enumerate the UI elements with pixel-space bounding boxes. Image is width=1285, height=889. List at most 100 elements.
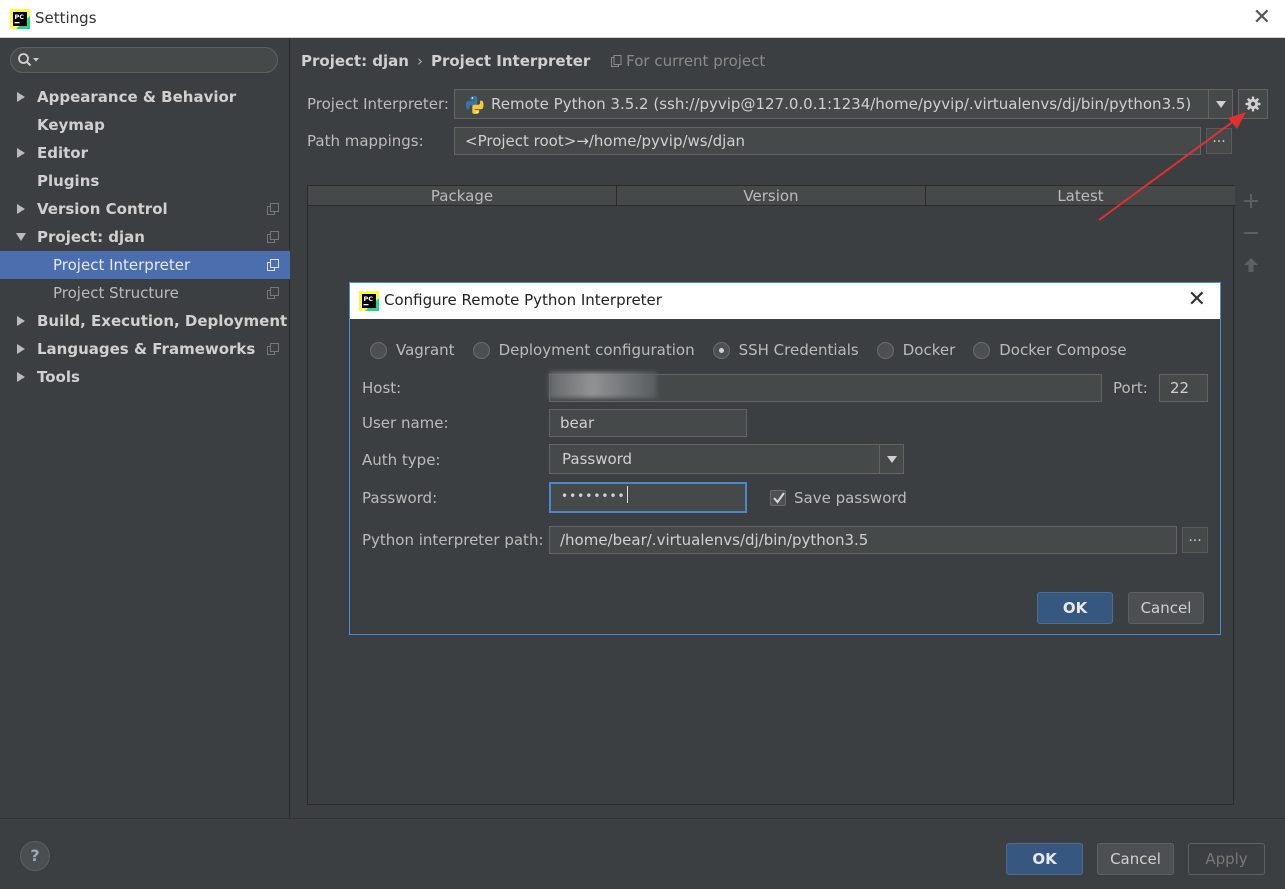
breadcrumb-parent: Project: djan: [301, 52, 409, 70]
path-mappings-label: Path mappings:: [307, 132, 424, 150]
collapsed-arrow-icon[interactable]: [16, 204, 26, 214]
annotation-arrow-icon: [1098, 112, 1246, 221]
help-button[interactable]: ?: [20, 841, 50, 871]
window-title: Settings: [35, 9, 97, 27]
port-label: Port:: [1113, 379, 1148, 397]
sidebar-item-label: Languages & Frameworks: [37, 340, 256, 358]
sidebar-item-keymap[interactable]: Keymap: [0, 111, 290, 139]
port-field[interactable]: 22: [1159, 374, 1208, 402]
dialog-cancel-button[interactable]: Cancel: [1128, 592, 1204, 624]
sidebar-item-label: Build, Execution, Deployment: [37, 312, 288, 330]
collapsed-arrow-icon[interactable]: [16, 344, 26, 354]
dialog-close-icon[interactable]: ✕: [1188, 287, 1206, 313]
radio-label: Deployment configuration: [498, 341, 695, 359]
chevron-down-icon: [1216, 101, 1226, 108]
radio-deployment-configuration[interactable]: Deployment configuration: [472, 341, 695, 359]
sidebar-item-label: Project: djan: [37, 228, 145, 246]
interpreter-path-label: Python interpreter path:: [362, 531, 544, 549]
radio-button-icon[interactable]: [472, 341, 490, 359]
sidebar-item-project-interpreter[interactable]: Project Interpreter: [0, 251, 290, 279]
sidebar-item-label: Project Structure: [53, 284, 179, 302]
radio-docker-compose[interactable]: Docker Compose: [973, 341, 1127, 359]
window-close-icon[interactable]: ✕: [1253, 6, 1271, 30]
settings-cancel-button[interactable]: Cancel: [1097, 843, 1174, 875]
dialog-title: Configure Remote Python Interpreter: [384, 291, 662, 309]
sidebar-item-languages-frameworks[interactable]: Languages & Frameworks: [0, 335, 290, 363]
sidebar-item-project-structure[interactable]: Project Structure: [0, 279, 290, 307]
username-label: User name:: [362, 414, 449, 432]
username-field[interactable]: bear: [549, 409, 747, 437]
radio-label: Docker: [902, 341, 956, 359]
configure-remote-interpreter-dialog: PC Configure Remote Python Interpreter ✕…: [349, 282, 1221, 635]
collapsed-arrow-icon[interactable]: [16, 372, 26, 382]
settings-nav-tree: Appearance & Behavior Keymap Editor Plugins…: [0, 83, 290, 391]
radio-button-icon[interactable]: [973, 341, 991, 359]
interpreter-path-browse-button[interactable]: ...: [1182, 527, 1208, 553]
python-logo-icon: [466, 96, 484, 114]
redacted-host-value: [549, 372, 657, 398]
remove-package-icon[interactable]: [1243, 225, 1259, 241]
host-label: Host:: [362, 379, 402, 397]
auth-type-label: Auth type:: [362, 451, 441, 469]
sidebar-item-version-control[interactable]: Version Control: [0, 195, 290, 223]
svg-text:PC: PC: [364, 295, 374, 303]
settings-footer: ? OK Cancel Apply: [0, 818, 1285, 889]
sidebar-item-label: Keymap: [37, 116, 105, 134]
radio-vagrant[interactable]: Vagrant: [370, 341, 455, 359]
collapsed-arrow-icon[interactable]: [16, 148, 26, 158]
text-cursor: [626, 486, 628, 503]
expanded-arrow-icon[interactable]: [16, 232, 26, 242]
project-scope-icon: [267, 287, 279, 299]
auth-type-select[interactable]: Password: [549, 444, 904, 474]
breadcrumb-separator: ›: [416, 52, 423, 70]
sidebar-item-tools[interactable]: Tools: [0, 363, 290, 391]
sidebar-item-build-execution-deployment[interactable]: Build, Execution, Deployment: [0, 307, 290, 335]
collapsed-arrow-icon[interactable]: [16, 92, 26, 102]
dialog-ok-button[interactable]: OK: [1037, 592, 1113, 624]
radio-button-icon[interactable]: [876, 341, 894, 359]
radio-button-icon[interactable]: [712, 341, 730, 359]
interpreter-path-field[interactable]: /home/bear/.virtualenvs/dj/bin/python3.5: [549, 526, 1177, 554]
settings-apply-button[interactable]: Apply: [1188, 843, 1265, 875]
sidebar-item-editor[interactable]: Editor: [0, 139, 290, 167]
project-scope-icon: [611, 55, 622, 67]
breadcrumb-current: Project Interpreter: [430, 52, 591, 70]
radio-label: Docker Compose: [999, 341, 1127, 359]
scope-note: For current project: [611, 52, 765, 70]
sidebar-item-appearance-behavior[interactable]: Appearance & Behavior: [0, 83, 290, 111]
window-title-bar: PC Settings ✕: [0, 0, 1285, 38]
sidebar-item-project-djan[interactable]: Project: djan: [0, 223, 290, 251]
sidebar-item-label: Appearance & Behavior: [37, 88, 237, 106]
path-mappings-field[interactable]: <Project root>→/home/pyvip/ws/djan: [454, 127, 1201, 155]
sidebar-item-label: Project Interpreter: [53, 256, 191, 274]
password-field[interactable]: ••••••••: [549, 482, 747, 513]
radio-label: Vagrant: [396, 341, 455, 359]
checkmark-icon: [773, 492, 785, 504]
upgrade-package-icon[interactable]: [1243, 257, 1259, 273]
svg-text:PC: PC: [15, 13, 25, 21]
password-label: Password:: [362, 489, 438, 507]
radio-button-icon[interactable]: [370, 341, 387, 359]
collapsed-arrow-icon[interactable]: [16, 316, 26, 326]
settings-ok-button[interactable]: OK: [1006, 843, 1083, 875]
pycharm-logo-icon: PC: [359, 291, 379, 311]
radio-ssh-credentials[interactable]: SSH Credentials: [712, 341, 859, 359]
password-masked-value: ••••••••: [561, 489, 626, 503]
project-scope-icon: [267, 231, 279, 243]
column-header-package[interactable]: Package: [308, 186, 617, 206]
sidebar-item-label: Version Control: [37, 200, 168, 218]
pycharm-logo-icon: PC: [10, 9, 30, 29]
package-toolbar: [1236, 185, 1266, 805]
search-icon: [18, 53, 39, 67]
column-header-version[interactable]: Version: [617, 186, 926, 206]
auth-type-value: Password: [562, 450, 633, 468]
save-password-checkbox[interactable]: [770, 490, 786, 506]
sidebar-item-plugins[interactable]: Plugins: [0, 167, 290, 195]
project-scope-icon: [267, 343, 279, 355]
settings-sidebar: Appearance & Behavior Keymap Editor Plugins…: [0, 38, 290, 818]
radio-docker[interactable]: Docker: [876, 341, 956, 359]
sidebar-item-label: Tools: [37, 368, 80, 386]
save-password-label[interactable]: Save password: [794, 489, 907, 507]
settings-search-input[interactable]: [10, 47, 278, 73]
auth-type-dropdown-button[interactable]: [879, 445, 903, 473]
